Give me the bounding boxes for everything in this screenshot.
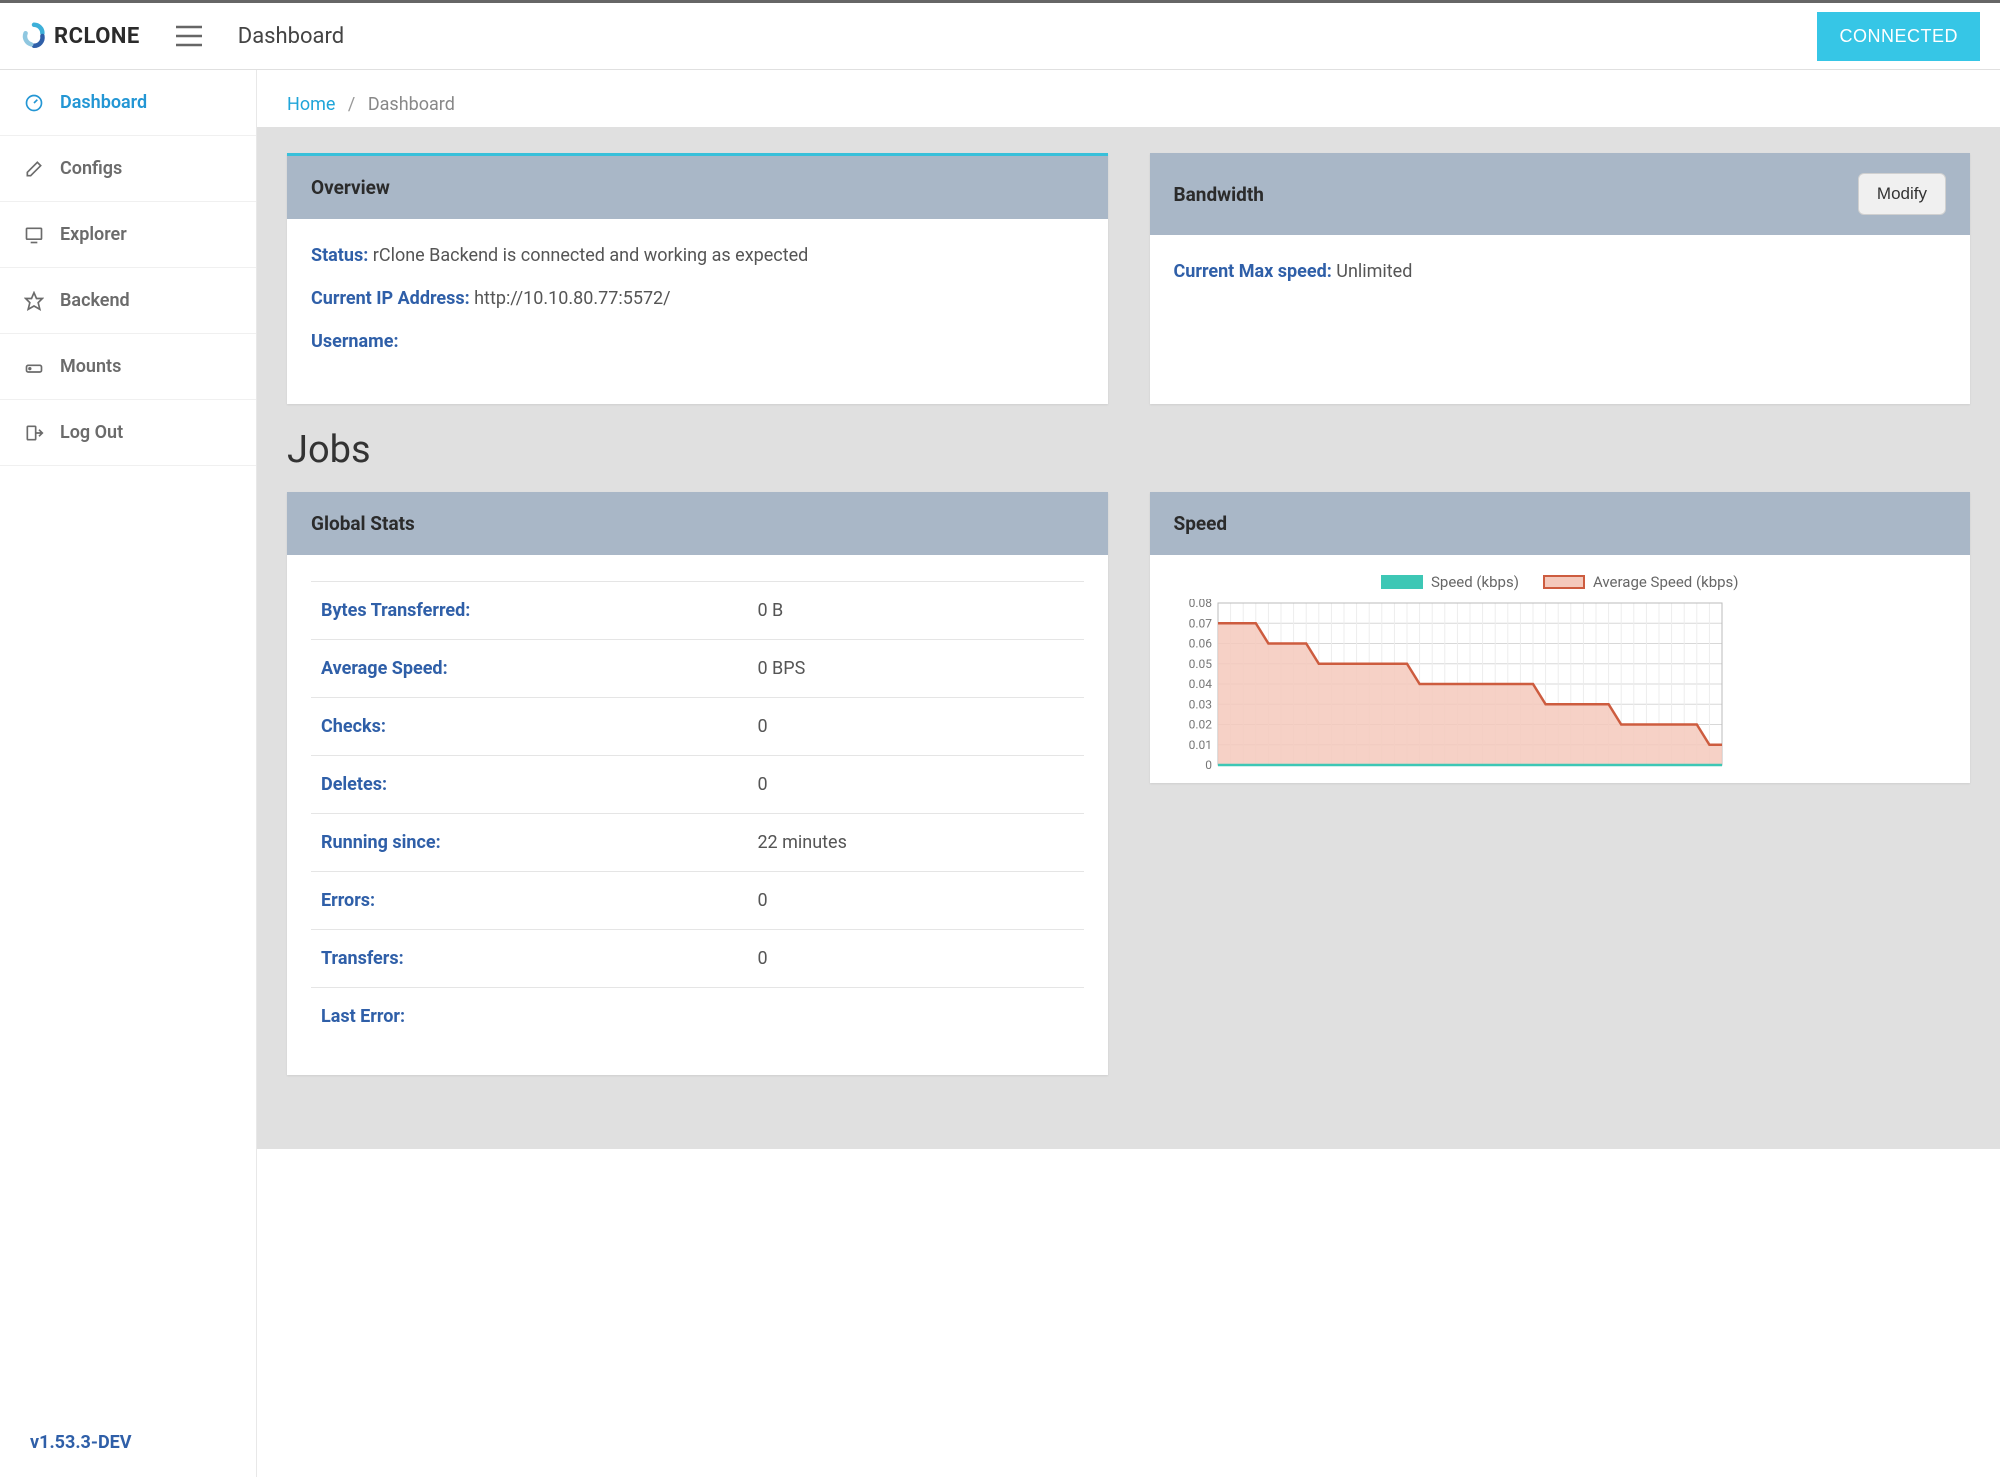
status-label: Status:	[311, 245, 368, 266]
sidebar-item-mounts[interactable]: Mounts	[0, 334, 256, 400]
stats-label: Errors:	[321, 890, 757, 911]
legend-speed[interactable]: Speed (kbps)	[1381, 573, 1519, 591]
sidebar-item-explorer[interactable]: Explorer	[0, 202, 256, 268]
sidebar: Dashboard Configs Explorer	[0, 70, 257, 1477]
edit-icon	[24, 159, 44, 179]
global-stats-header: Global Stats	[287, 492, 1108, 555]
logout-icon	[24, 423, 44, 443]
bandwidth-speed-value: Unlimited	[1336, 261, 1412, 282]
stats-row: Transfers:0	[311, 929, 1084, 987]
legend-avg[interactable]: Average Speed (kbps)	[1543, 573, 1739, 591]
stats-label: Average Speed:	[321, 658, 757, 679]
svg-text:0.03: 0.03	[1188, 697, 1211, 711]
svg-text:0.05: 0.05	[1188, 657, 1212, 671]
global-stats-card: Global Stats Bytes Transferred:0 BAverag…	[287, 492, 1108, 1075]
legend-speed-label: Speed (kbps)	[1431, 573, 1519, 591]
stats-row: Deletes:0	[311, 755, 1084, 813]
stats-label: Deletes:	[321, 774, 757, 795]
jobs-section-title: Jobs	[287, 428, 1970, 472]
svg-text:0: 0	[1205, 758, 1212, 769]
overview-card-header: Overview	[287, 156, 1108, 219]
svg-text:0.04: 0.04	[1188, 677, 1212, 691]
bandwidth-speed-row: Current Max speed: Unlimited	[1174, 261, 1947, 282]
global-stats-table: Bytes Transferred:0 BAverage Speed:0 BPS…	[311, 581, 1084, 1045]
sidebar-item-logout[interactable]: Log Out	[0, 400, 256, 466]
overview-card: Overview Status: rClone Backend is conne…	[287, 153, 1108, 404]
global-stats-title: Global Stats	[311, 512, 415, 535]
rclone-logo-icon	[20, 22, 48, 50]
ip-label: Current IP Address:	[311, 288, 470, 309]
bandwidth-card-header: Bandwidth Modify	[1150, 153, 1971, 235]
hamburger-menu-icon[interactable]	[170, 19, 208, 53]
stats-label: Bytes Transferred:	[321, 600, 757, 621]
topbar: RCLONE Dashboard CONNECTED	[0, 0, 2000, 70]
gauge-icon	[24, 93, 44, 113]
stats-value: 0 BPS	[757, 658, 805, 679]
sidebar-item-label: Mounts	[60, 356, 121, 377]
stats-value: 0	[757, 716, 767, 737]
sidebar-item-label: Configs	[60, 158, 122, 179]
stats-row: Errors:0	[311, 871, 1084, 929]
speed-card-header: Speed	[1150, 492, 1971, 555]
stats-row: Bytes Transferred:0 B	[311, 581, 1084, 639]
modify-button[interactable]: Modify	[1858, 173, 1946, 215]
star-icon	[24, 291, 44, 311]
ip-value: http://10.10.80.77:5572/	[474, 288, 670, 309]
breadcrumb-current: Dashboard	[368, 94, 455, 115]
overview-username-row: Username:	[311, 331, 1084, 352]
bandwidth-speed-label: Current Max speed:	[1174, 261, 1332, 282]
svg-text:0.01: 0.01	[1188, 738, 1211, 752]
status-value: rClone Backend is connected and working …	[373, 245, 809, 266]
hard-drive-icon	[24, 357, 44, 377]
legend-swatch-speed	[1381, 575, 1423, 589]
logo-text: RCLONE	[54, 24, 140, 49]
stats-row: Running since:22 minutes	[311, 813, 1084, 871]
connected-button[interactable]: CONNECTED	[1817, 12, 1980, 61]
breadcrumb-separator: /	[348, 94, 355, 115]
stats-value: 0	[757, 890, 767, 911]
stats-value: 0	[757, 774, 767, 795]
stats-value: 0	[757, 948, 767, 969]
legend-swatch-avg	[1543, 575, 1585, 589]
stats-label: Transfers:	[321, 948, 757, 969]
chart-legend: Speed (kbps) Average Speed (kbps)	[1168, 573, 1953, 591]
version-label: v1.53.3-DEV	[0, 1408, 256, 1477]
stats-row: Average Speed:0 BPS	[311, 639, 1084, 697]
stats-label: Checks:	[321, 716, 757, 737]
monitor-icon	[24, 225, 44, 245]
username-label: Username:	[311, 331, 399, 352]
speed-title: Speed	[1174, 512, 1228, 535]
legend-avg-label: Average Speed (kbps)	[1593, 573, 1739, 591]
sidebar-item-dashboard[interactable]: Dashboard	[0, 70, 256, 136]
speed-card: Speed Speed (kbps) Average Speed (kbps)	[1150, 492, 1971, 783]
overview-ip-row: Current IP Address: http://10.10.80.77:5…	[311, 288, 1084, 309]
sidebar-item-label: Log Out	[60, 422, 123, 443]
bandwidth-title: Bandwidth	[1174, 183, 1264, 206]
overview-title: Overview	[311, 176, 390, 199]
stats-value: 22 minutes	[757, 832, 846, 853]
sidebar-item-label: Backend	[60, 290, 130, 311]
svg-text:0.08: 0.08	[1188, 599, 1212, 610]
overview-status-row: Status: rClone Backend is connected and …	[311, 245, 1084, 266]
svg-text:0.02: 0.02	[1188, 718, 1212, 732]
breadcrumb-home[interactable]: Home	[287, 94, 335, 115]
bandwidth-card: Bandwidth Modify Current Max speed: Unli…	[1150, 153, 1971, 404]
svg-text:0.07: 0.07	[1188, 616, 1212, 630]
logo[interactable]: RCLONE	[20, 22, 140, 50]
breadcrumb: Home / Dashboard	[257, 70, 2000, 127]
svg-text:0.06: 0.06	[1188, 637, 1212, 651]
sidebar-item-configs[interactable]: Configs	[0, 136, 256, 202]
sidebar-item-label: Explorer	[60, 224, 127, 245]
sidebar-item-backend[interactable]: Backend	[0, 268, 256, 334]
main-content: Home / Dashboard Overview Status: rClone…	[257, 70, 2000, 1477]
stats-label: Running since:	[321, 832, 757, 853]
stats-row: Checks:0	[311, 697, 1084, 755]
sidebar-item-label: Dashboard	[60, 92, 147, 113]
stats-value: 0 B	[757, 600, 783, 621]
page-title: Dashboard	[238, 24, 344, 49]
stats-row: Last Error:	[311, 987, 1084, 1045]
speed-chart: 0 0.01 0.02 0.03 0.04 0.05 0.06 0.07 0.08	[1168, 599, 1728, 769]
stats-label: Last Error:	[321, 1006, 757, 1027]
